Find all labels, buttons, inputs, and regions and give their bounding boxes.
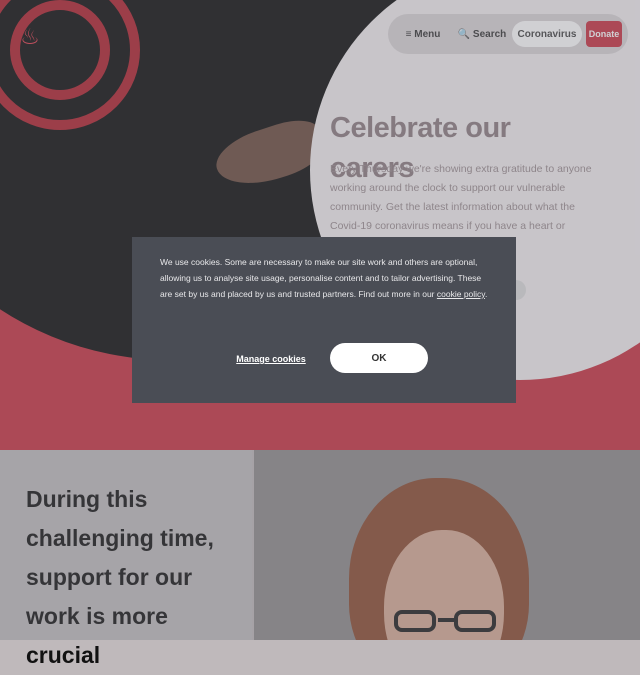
cookie-banner: We use cookies. Some are necessary to ma…: [132, 237, 516, 403]
cookie-text-end: .: [484, 289, 488, 299]
ok-button[interactable]: OK: [330, 343, 428, 373]
manage-cookies-button[interactable]: Manage cookies: [224, 345, 318, 373]
cookie-policy-link[interactable]: cookie policy: [437, 289, 485, 299]
cookie-text: We use cookies. Some are necessary to ma…: [160, 254, 490, 302]
cookie-text-body: We use cookies. Some are necessary to ma…: [160, 257, 482, 299]
